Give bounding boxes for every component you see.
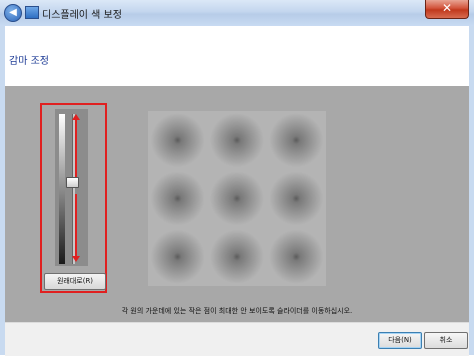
close-icon: ✕: [441, 1, 453, 15]
back-button[interactable]: ◀: [4, 4, 22, 22]
gamma-slider-thumb[interactable]: [66, 177, 79, 188]
page-title: 감마 조정: [9, 56, 49, 67]
gamma-gradient-bar: [59, 114, 65, 264]
cancel-button[interactable]: 취소: [424, 332, 468, 349]
header-area: [5, 26, 469, 68]
close-button[interactable]: ✕: [425, 0, 469, 19]
arrow-up-icon: [72, 114, 80, 120]
next-button[interactable]: 다음(N): [378, 332, 422, 349]
restore-button[interactable]: 원래대로(R): [44, 273, 106, 290]
arrow-down-icon: [72, 256, 80, 262]
up-arrow-line: [75, 118, 77, 180]
gamma-test-pattern: [148, 111, 326, 286]
display-color-icon: [25, 6, 39, 19]
down-arrow-line: [75, 194, 77, 256]
instruction-text: 각 원의 가운데에 있는 작은 점이 최대한 안 보이도록 슬라이더를 이동하십…: [121, 307, 353, 315]
back-arrow-icon: ◀: [9, 7, 17, 18]
title-bar: ◀ 디스플레이 색 보정 ✕: [0, 0, 474, 26]
window-title: 디스플레이 색 보정: [42, 10, 122, 21]
